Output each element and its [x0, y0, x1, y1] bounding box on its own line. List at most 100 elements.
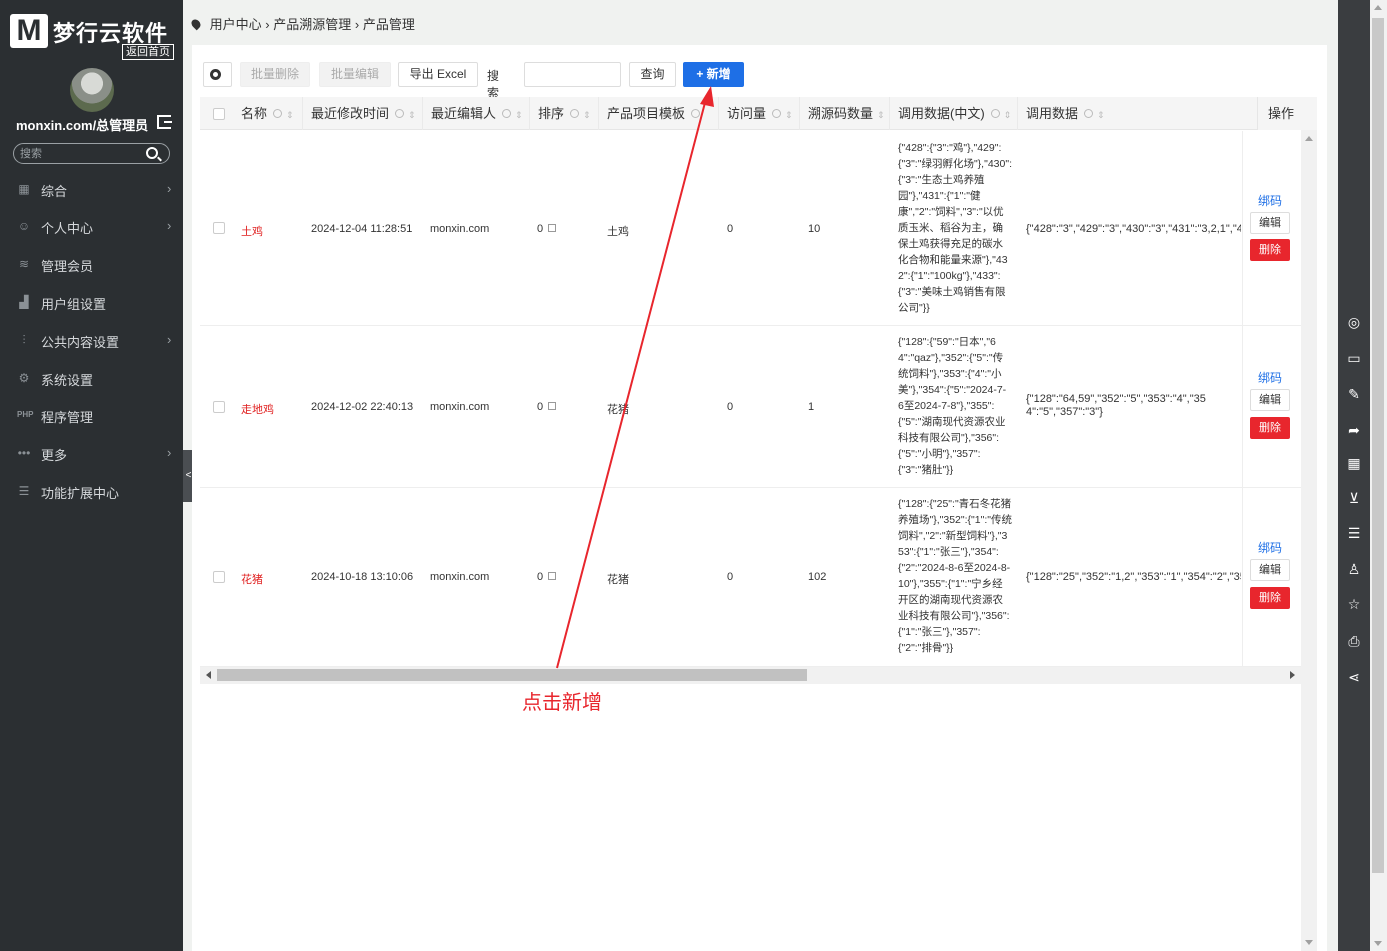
- menu-icon: ☰: [18, 484, 30, 498]
- qrcode-icon[interactable]: ▦: [1345, 454, 1363, 472]
- scroll-up-icon[interactable]: [1374, 5, 1382, 10]
- edit-button[interactable]: 编辑: [1250, 389, 1290, 411]
- sidebar-item-extensions[interactable]: ☰ 功能扩展中心: [0, 474, 183, 508]
- sidebar-item-general[interactable]: ▦ 综合 ›: [0, 172, 183, 206]
- cart-icon[interactable]: ⊻: [1345, 489, 1363, 507]
- row-actions: 绑码 编辑 删除: [1242, 326, 1300, 487]
- edit-icon[interactable]: [548, 402, 557, 410]
- row-checkbox[interactable]: [213, 571, 225, 583]
- logo[interactable]: M 梦行云软件 返回首页: [10, 14, 175, 60]
- search-icon[interactable]: [395, 109, 405, 118]
- sort-icon[interactable]: ⇕: [408, 110, 416, 120]
- search-icon[interactable]: [502, 109, 512, 118]
- breadcrumb-item[interactable]: 用户中心: [210, 17, 262, 32]
- search-icon[interactable]: [772, 109, 782, 118]
- bind-code-link[interactable]: 绑码: [1258, 369, 1282, 386]
- scrollbar-thumb[interactable]: [217, 669, 807, 681]
- table-horizontal-scrollbar[interactable]: [200, 667, 1301, 684]
- scroll-down-icon[interactable]: [1374, 941, 1382, 946]
- column-header-ops: 操作: [1257, 97, 1317, 130]
- add-button[interactable]: + 新增: [683, 62, 744, 87]
- search-icon[interactable]: [146, 147, 158, 159]
- sort-icon[interactable]: ⇕: [1097, 110, 1105, 120]
- table-row: 花猪 2024-10-18 13:10:06 monxin.com 0 花猪 0…: [200, 488, 1301, 667]
- column-header-data[interactable]: 调用数据 ⇕: [1018, 97, 1257, 130]
- avatar[interactable]: [70, 68, 114, 112]
- delete-button[interactable]: 删除: [1250, 417, 1290, 439]
- sort-icon[interactable]: ⇕: [785, 110, 793, 120]
- breadcrumb-item[interactable]: 产品溯源管理: [273, 17, 351, 32]
- breadcrumb-item[interactable]: 产品管理: [363, 17, 415, 32]
- sidebar-item-members[interactable]: ≋ 管理会员: [0, 247, 183, 281]
- search-icon[interactable]: [691, 109, 701, 118]
- sort-icon[interactable]: ⇕: [583, 110, 591, 120]
- export-excel-button[interactable]: 导出 Excel: [398, 62, 478, 87]
- comment-icon[interactable]: ▭: [1345, 349, 1363, 367]
- edit-icon[interactable]: [548, 572, 557, 580]
- search-icon[interactable]: [990, 109, 1000, 118]
- column-header-name[interactable]: 名称 ⇕: [233, 97, 303, 130]
- data-raw: {"128":"64,59","352":"5","353":"4","354"…: [1026, 393, 1206, 418]
- select-all-checkbox[interactable]: [213, 108, 225, 120]
- page-scrollbar[interactable]: [1370, 0, 1387, 951]
- sidebar-item-system[interactable]: ⚙ 系统设置: [0, 361, 183, 395]
- product-name[interactable]: 走地鸡: [241, 401, 274, 417]
- sidebar-item-programs[interactable]: PHP 程序管理: [0, 398, 183, 432]
- product-name[interactable]: 花猪: [241, 571, 263, 587]
- sort-icon[interactable]: ⇕: [286, 110, 294, 120]
- row-checkbox[interactable]: [213, 401, 225, 413]
- column-header-codes[interactable]: 溯源码数量 ⇕: [800, 97, 890, 130]
- scroll-down-icon[interactable]: [1305, 940, 1313, 945]
- column-header-modified[interactable]: 最近修改时间 ⇕: [303, 97, 423, 130]
- share-icon[interactable]: ⋖: [1345, 668, 1363, 686]
- batch-edit-button[interactable]: 批量编辑: [319, 62, 391, 87]
- sort-icon[interactable]: ⇕: [515, 110, 523, 120]
- share-arrow-icon[interactable]: ➦: [1345, 421, 1363, 439]
- column-header-data-cn[interactable]: 调用数据(中文) ⇕: [890, 97, 1018, 130]
- scroll-up-icon[interactable]: [1305, 136, 1313, 141]
- print-icon[interactable]: ⎙: [1345, 632, 1363, 650]
- scroll-left-icon[interactable]: [206, 671, 211, 679]
- column-header-template[interactable]: 产品项目模板: [599, 97, 719, 130]
- user-icon[interactable]: ♙: [1345, 560, 1363, 578]
- annotation-text: 点击新增: [522, 692, 602, 714]
- star-icon[interactable]: ☆: [1345, 595, 1363, 613]
- bind-code-link[interactable]: 绑码: [1258, 539, 1282, 556]
- column-header-editor[interactable]: 最近编辑人 ⇕: [423, 97, 530, 130]
- product-name[interactable]: 土鸡: [241, 223, 263, 239]
- scroll-right-icon[interactable]: [1290, 671, 1295, 679]
- edit-button[interactable]: 编辑: [1250, 212, 1290, 234]
- scrollbar-thumb[interactable]: [1372, 18, 1384, 873]
- edit-button[interactable]: 编辑: [1250, 559, 1290, 581]
- delete-button[interactable]: 删除: [1250, 239, 1290, 261]
- sort-icon[interactable]: ⇕: [877, 110, 885, 120]
- bind-code-link[interactable]: 绑码: [1258, 192, 1282, 209]
- sort-value[interactable]: 0: [537, 223, 557, 235]
- search-icon[interactable]: [570, 109, 580, 118]
- sidebar-item-public-content[interactable]: ⫶ 公共内容设置 ›: [0, 323, 183, 357]
- sidebar-item-more[interactable]: ••• 更多 ›: [0, 436, 183, 470]
- wechat-icon[interactable]: ◎: [1345, 313, 1363, 331]
- edit-icon[interactable]: [548, 224, 557, 232]
- search-input[interactable]: [524, 62, 621, 87]
- home-link[interactable]: 返回首页: [122, 44, 174, 60]
- sort-icon[interactable]: ⇕: [1004, 110, 1012, 120]
- column-header-visits[interactable]: 访问量 ⇕: [719, 97, 800, 130]
- batch-delete-button[interactable]: 批量删除: [240, 62, 310, 87]
- sort-value[interactable]: 0: [537, 571, 557, 583]
- query-button[interactable]: 查询: [629, 62, 676, 87]
- logout-icon[interactable]: [157, 115, 172, 129]
- sidebar-item-groups[interactable]: ▟ 用户组设置: [0, 285, 183, 319]
- row-actions: 绑码 编辑 删除: [1242, 488, 1300, 666]
- search-icon[interactable]: [1084, 109, 1094, 118]
- row-checkbox[interactable]: [213, 222, 225, 234]
- edit-icon[interactable]: ✎: [1345, 385, 1363, 403]
- table-vertical-scrollbar[interactable]: [1301, 130, 1317, 951]
- sort-value[interactable]: 0: [537, 401, 557, 413]
- list-icon[interactable]: ☰: [1345, 524, 1363, 542]
- search-icon[interactable]: [273, 109, 283, 118]
- sidebar-item-personal[interactable]: ☺ 个人中心 ›: [0, 209, 183, 243]
- delete-button[interactable]: 删除: [1250, 587, 1290, 609]
- column-header-sort[interactable]: 排序 ⇕: [530, 97, 599, 130]
- settings-button[interactable]: [203, 62, 232, 87]
